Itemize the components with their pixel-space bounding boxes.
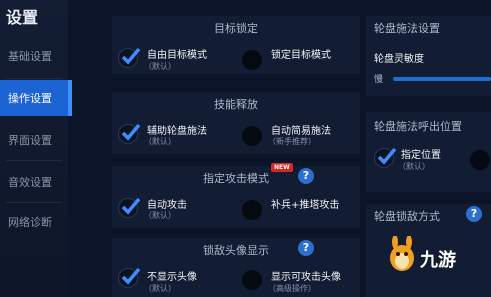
sidebar-item-sound[interactable]: 音效设置 — [0, 164, 68, 200]
option-label: 自动简易施法 — [271, 126, 331, 137]
slow-label: 慢 — [374, 75, 384, 85]
section-title-skill-release: 技能释放 — [214, 98, 258, 111]
checkbox-show-avatar[interactable] — [242, 270, 262, 290]
checkbox-lock-target[interactable] — [242, 50, 262, 70]
sidebar-item-label: 音效设置 — [8, 176, 52, 189]
option-sublabel: （默认） — [144, 211, 176, 220]
sidebar-item-label: 基础设置 — [8, 50, 52, 63]
sidebar-item-label: 操作设置 — [8, 92, 52, 105]
sidebar-divider — [6, 202, 62, 203]
section-title-enemy-avatar: 锁敌头像显示 — [203, 244, 269, 257]
option-label: 辅助轮盘施法 — [147, 126, 207, 137]
section-title-wheel-settings: 轮盘施法设置 — [374, 22, 440, 35]
option-label: 指定位置 — [401, 150, 441, 161]
checkmark-icon — [121, 47, 141, 65]
active-tab-indicator — [68, 80, 72, 116]
checkbox-hide-avatar[interactable] — [118, 267, 141, 288]
section-title-attack-mode: 指定攻击模式 — [203, 172, 269, 185]
option-sublabel: （默认） — [144, 62, 176, 71]
sensitivity-slider[interactable] — [393, 77, 491, 81]
sidebar-item-network[interactable]: 网络诊断 — [0, 204, 68, 240]
sidebar-item-basic[interactable]: 基础设置 — [0, 38, 68, 74]
sidebar-item-label: 界面设置 — [8, 134, 52, 147]
option-label: 自动攻击 — [147, 200, 187, 211]
option-sublabel: （默认） — [144, 284, 176, 293]
sidebar-item-controls[interactable]: 操作设置 — [0, 80, 68, 116]
option-sublabel: （默认） — [144, 137, 176, 146]
checkbox-auto-cast[interactable] — [242, 126, 262, 146]
checkbox-free-position[interactable] — [470, 150, 490, 170]
option-label: 补兵+推塔攻击 — [271, 200, 340, 211]
option-label: 锁定目标模式 — [271, 50, 331, 61]
option-sublabel: （高级操作） — [268, 284, 316, 293]
checkmark-icon — [121, 123, 141, 141]
section-title-wheel-popup: 轮盘施法呼出位置 — [374, 120, 462, 133]
checkmark-icon — [377, 147, 397, 165]
mascot-logo-icon — [390, 236, 414, 271]
option-label: 不显示头像 — [147, 272, 197, 283]
sidebar-divider — [6, 78, 62, 79]
sidebar: 设置 基础设置 操作设置 界面设置 音效设置 网络诊断 — [0, 0, 68, 297]
checkbox-assist-wheel[interactable] — [118, 123, 141, 144]
section-title-wheel-cancel: 轮盘锁敌方式 — [374, 210, 440, 223]
checkbox-last-hit-push[interactable] — [242, 200, 262, 220]
option-sublabel: （新手推荐） — [268, 137, 316, 146]
sidebar-item-interface[interactable]: 界面设置 — [0, 122, 68, 158]
sensitivity-label: 轮盘灵敏度 — [374, 54, 424, 65]
help-icon[interactable]: ? — [298, 168, 314, 184]
sidebar-divider — [6, 160, 62, 161]
new-badge: NEW — [271, 163, 293, 172]
checkbox-auto-attack[interactable] — [118, 197, 141, 218]
help-icon[interactable]: ? — [298, 240, 314, 256]
sidebar-item-label: 网络诊断 — [8, 216, 52, 229]
checkbox-fixed-position[interactable] — [374, 147, 397, 168]
option-sublabel: （默认） — [398, 162, 430, 171]
checkbox-free-target[interactable] — [118, 47, 141, 68]
section-title-target-lock: 目标锁定 — [214, 22, 258, 35]
watermark-text: 九游 — [420, 250, 456, 271]
checkmark-icon — [121, 197, 141, 215]
help-icon[interactable]: ? — [466, 206, 482, 222]
option-label: 显示可攻击头像 — [271, 272, 341, 283]
app-title: 设置 — [6, 8, 39, 27]
checkmark-icon — [121, 267, 141, 285]
option-label: 自由目标模式 — [147, 50, 207, 61]
